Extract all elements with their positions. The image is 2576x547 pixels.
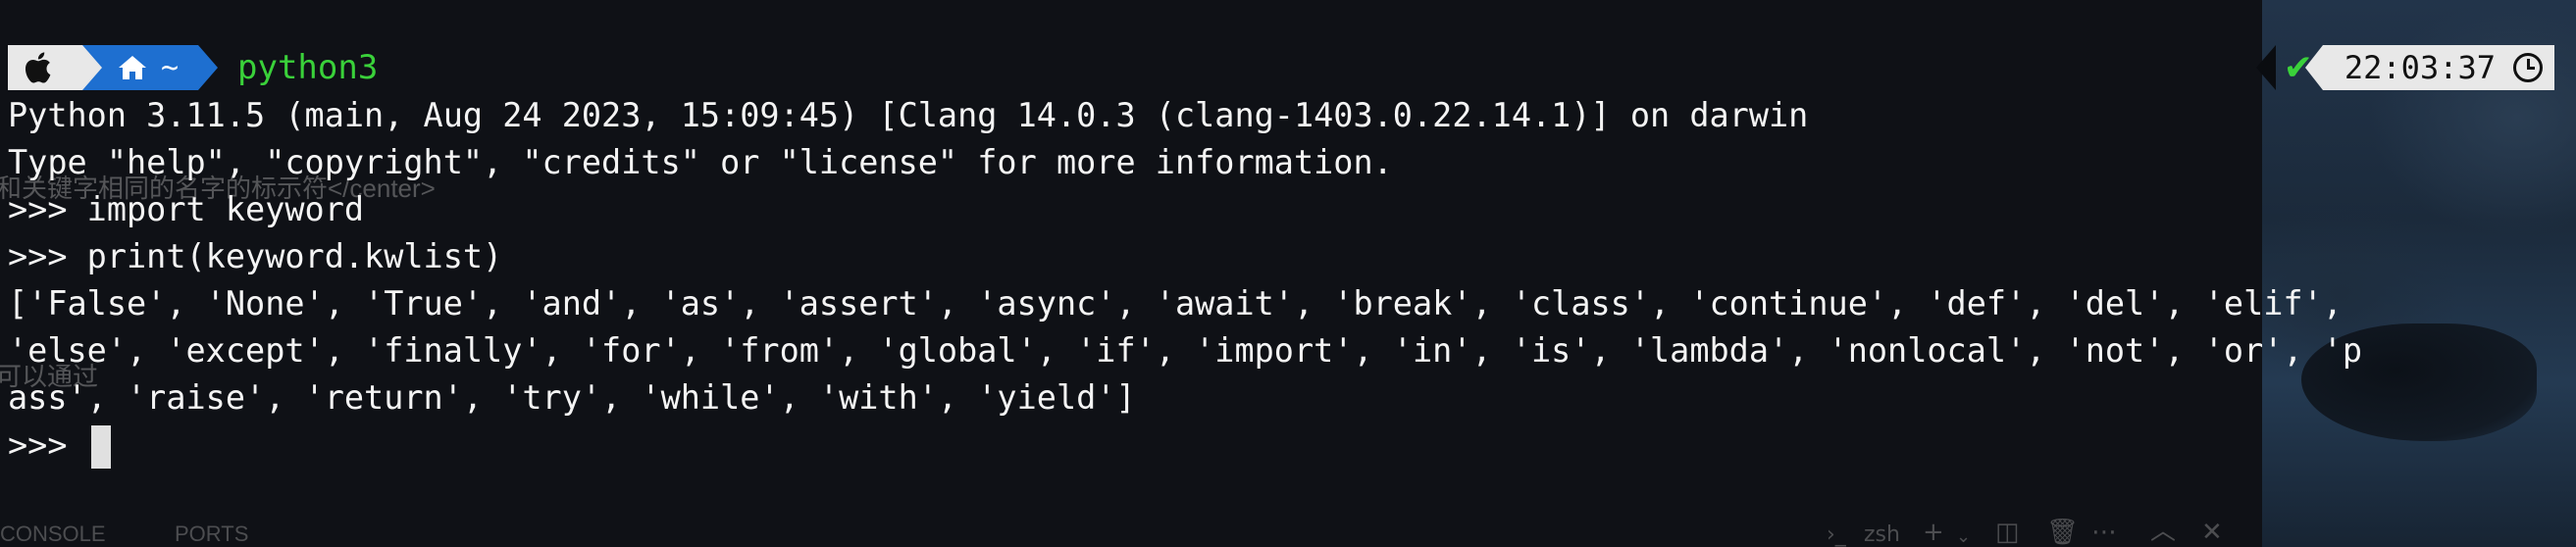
more-icon[interactable]: ⋯	[2091, 518, 2117, 547]
right-prompt-arrow	[2255, 45, 2276, 90]
terminal-icon[interactable]: ›_	[1827, 522, 1846, 547]
repl-prompt: >>>	[8, 425, 87, 465]
tab-ports[interactable]: PORTS	[175, 522, 248, 547]
directory-label: ~	[161, 50, 180, 85]
input-line[interactable]: >>>	[8, 425, 111, 469]
add-terminal-icon[interactable]: +	[1923, 518, 1944, 547]
split-terminal-icon[interactable]: ◫	[1995, 518, 2020, 547]
output-line-3: >>> import keyword	[8, 190, 365, 228]
output-line-7: ass', 'raise', 'return', 'try', 'while',…	[8, 378, 1136, 417]
time-label: 22:03:37	[2344, 49, 2496, 86]
prompt-bar: ~ python3	[8, 45, 378, 90]
apple-segment	[8, 45, 102, 90]
output-line-6: 'else', 'except', 'finally', 'for', 'fro…	[8, 331, 2363, 370]
command-text: python3	[237, 48, 379, 87]
trash-icon[interactable]: 🗑	[2046, 518, 2079, 547]
text-cursor	[90, 425, 111, 469]
apple-logo-icon	[25, 52, 51, 83]
tab-console[interactable]: CONSOLE	[0, 522, 106, 547]
output-line-4: >>> print(keyword.kwlist)	[8, 237, 503, 275]
maximize-panel-icon[interactable]: ︿	[2150, 511, 2176, 547]
right-prompt: ✔ 22:03:37	[2255, 45, 2554, 90]
time-segment: 22:03:37	[2304, 45, 2554, 90]
shell-label: zsh	[1864, 522, 1900, 547]
output-line-2: Type "help", "copyright", "credits" or "…	[8, 143, 1393, 181]
home-icon	[119, 56, 146, 79]
chevron-down-icon[interactable]: ⌄	[1956, 526, 1971, 547]
output-line-1: Python 3.11.5 (main, Aug 24 2023, 15:09:…	[8, 96, 1809, 134]
close-panel-icon[interactable]: ✕	[2201, 518, 2223, 547]
output-line-5: ['False', 'None', 'True', 'and', 'as', '…	[8, 284, 2343, 323]
clock-icon	[2513, 53, 2543, 82]
terminal-window[interactable]: 和关键字相同的名字的标示符</center> 可以通过 ~ python3 ✔ …	[0, 0, 2576, 547]
